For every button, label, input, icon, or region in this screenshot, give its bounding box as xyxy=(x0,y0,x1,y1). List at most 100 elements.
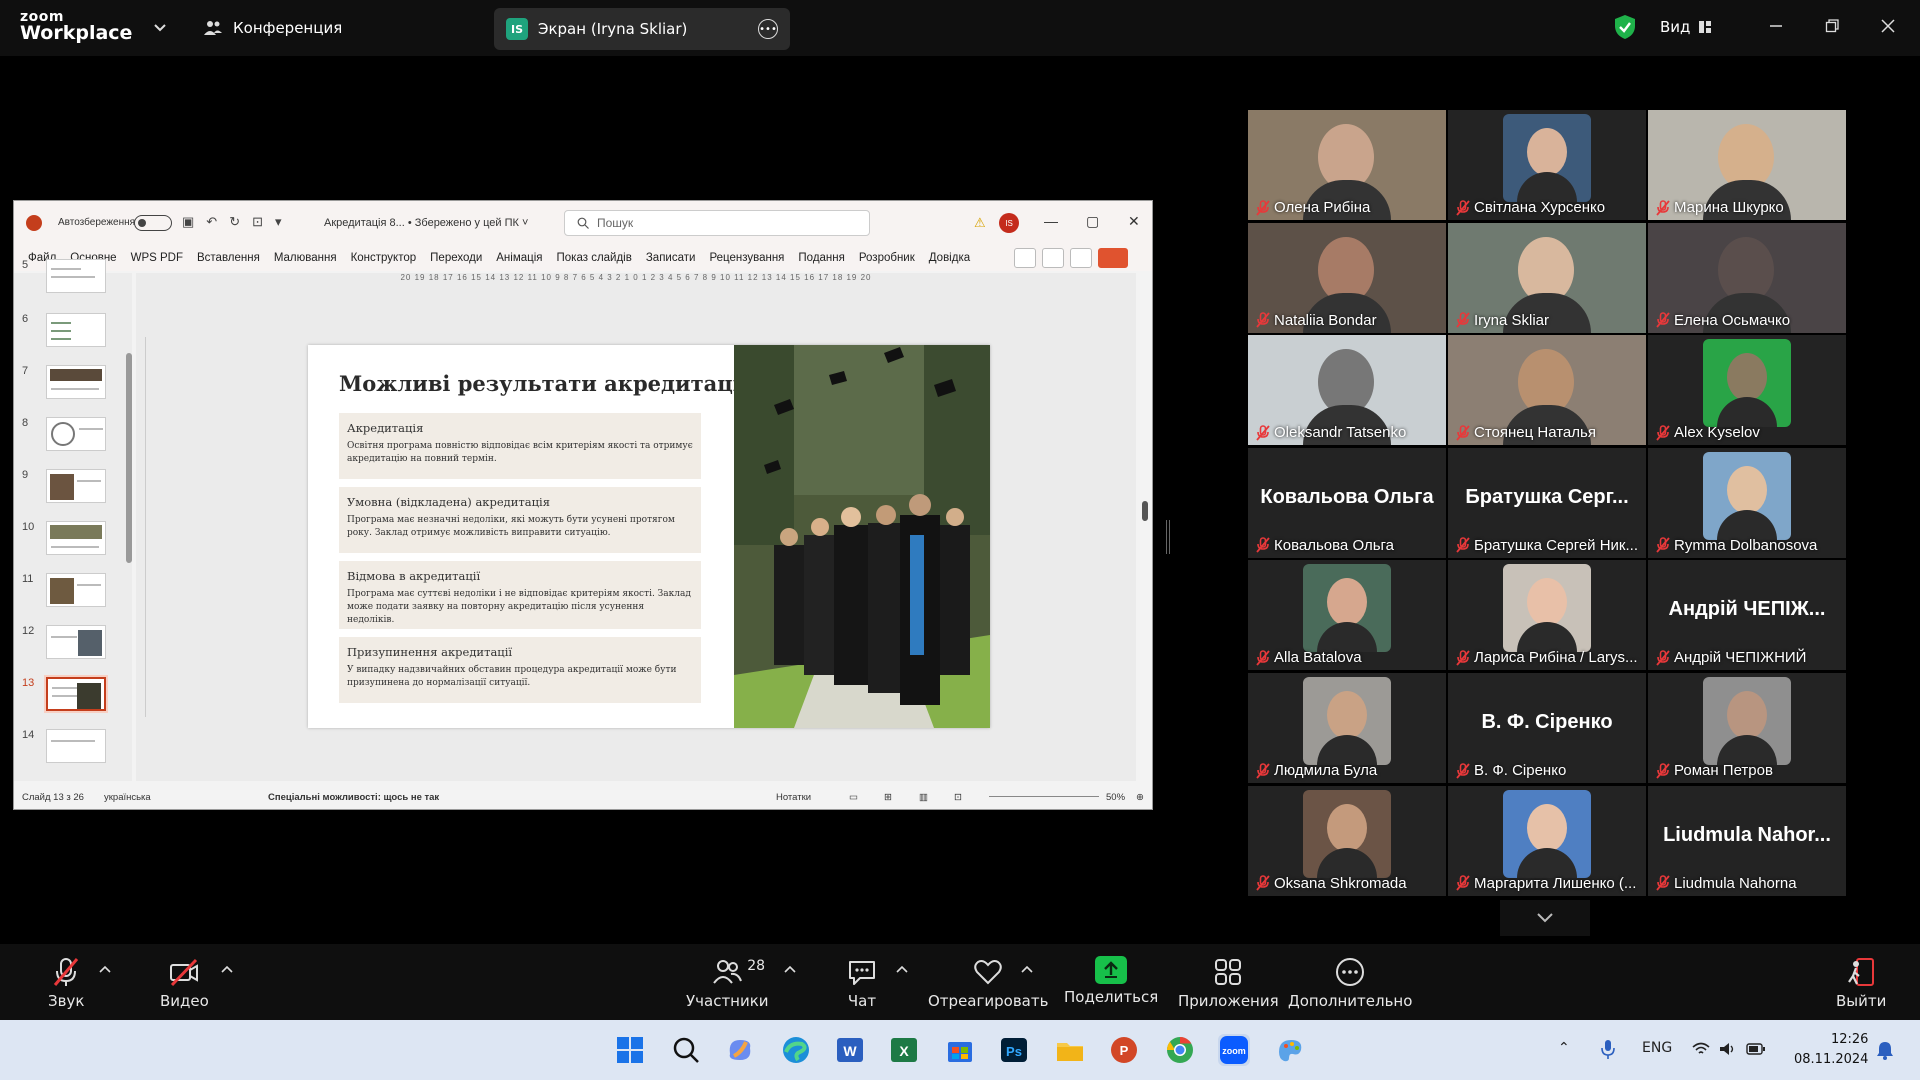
customize-icon[interactable]: ▾ xyxy=(275,214,282,230)
language-indicator[interactable]: українська xyxy=(104,792,151,803)
view-button[interactable]: Вид xyxy=(1660,18,1712,36)
fit-to-window-icon[interactable]: ⊕ xyxy=(1136,792,1144,803)
slide-thumbnail[interactable] xyxy=(46,573,106,607)
ribbon-tab[interactable]: Довідка xyxy=(929,252,970,264)
react-caret-icon[interactable] xyxy=(1020,962,1034,976)
notification-bell-icon[interactable] xyxy=(1876,1040,1894,1060)
zoom-app-icon[interactable]: zoom xyxy=(1218,1034,1250,1066)
windows-start-icon[interactable] xyxy=(614,1034,646,1066)
microphone-in-use-icon[interactable] xyxy=(1600,1038,1616,1060)
ppt-minimize-icon[interactable]: — xyxy=(1044,213,1058,229)
input-language[interactable]: ENG xyxy=(1642,1040,1672,1056)
restore-icon[interactable] xyxy=(1820,14,1844,38)
undo-icon[interactable]: ↶ xyxy=(206,214,217,230)
participant-tile[interactable]: Світлана Хурсенко xyxy=(1448,110,1646,220)
show-hidden-icons-icon[interactable]: ⌃ xyxy=(1558,1040,1570,1056)
participant-tile[interactable]: Марина Шкурко xyxy=(1648,110,1846,220)
panel-resize-handle[interactable] xyxy=(1166,520,1170,554)
photoshop-icon[interactable]: Ps xyxy=(998,1034,1030,1066)
edge-browser-icon[interactable] xyxy=(780,1034,812,1066)
ribbon-tab[interactable]: Показ слайдів xyxy=(557,252,632,264)
gallery-next-page-button[interactable] xyxy=(1500,900,1590,936)
slide-scrollbar[interactable] xyxy=(1142,281,1148,771)
shield-check-icon[interactable] xyxy=(1614,14,1636,40)
participant-tile[interactable]: Олена Рибіна xyxy=(1248,110,1446,220)
minimize-icon[interactable] xyxy=(1764,14,1788,38)
ribbon-tab[interactable]: Переходи xyxy=(430,252,482,264)
slide-thumbnail-selected[interactable] xyxy=(46,677,106,711)
slide-thumbnail[interactable] xyxy=(46,313,106,347)
participant-tile[interactable]: Liudmula Nahor... Liudmula Nahorna xyxy=(1648,785,1846,896)
document-title[interactable]: Акредитація 8... • Збережено у цей ПК ˅ xyxy=(324,217,528,229)
wifi-icon[interactable] xyxy=(1692,1042,1710,1056)
chat-caret-icon[interactable] xyxy=(895,962,909,976)
sorter-view-icon[interactable]: ⊞ xyxy=(884,792,892,803)
participant-tile[interactable]: Людмила Була xyxy=(1248,673,1446,783)
autosave-toggle[interactable] xyxy=(134,215,172,231)
participant-tile[interactable]: Iryna Skliar xyxy=(1448,222,1646,333)
zoom-slider[interactable] xyxy=(989,796,1099,797)
ribbon-tab[interactable]: Малювання xyxy=(274,252,337,264)
more-button[interactable]: Дополнительно xyxy=(1288,956,1412,1010)
close-icon[interactable] xyxy=(1876,14,1900,38)
participant-tile[interactable]: Alex Kyselov xyxy=(1648,335,1846,446)
participant-tile[interactable]: Rymma Dolbanosova xyxy=(1648,447,1846,558)
volume-icon[interactable] xyxy=(1718,1041,1736,1057)
ribbon-tab[interactable]: Розробник xyxy=(859,252,915,264)
excel-icon[interactable]: X xyxy=(888,1034,920,1066)
system-clock[interactable]: 12:26 08.11.2024 xyxy=(1794,1030,1868,1070)
slideshow-view-icon[interactable]: ⊡ xyxy=(954,792,962,803)
slide-thumbnail[interactable] xyxy=(46,365,106,399)
present-teams-button[interactable] xyxy=(1070,248,1092,268)
slide-thumbnail[interactable] xyxy=(46,259,106,293)
chevron-down-icon[interactable] xyxy=(152,20,168,36)
slide-thumbnail[interactable] xyxy=(46,521,106,555)
slide-thumbnail[interactable] xyxy=(46,469,106,503)
participant-tile[interactable]: Oksana Shkromada xyxy=(1248,785,1446,896)
ribbon-tab[interactable]: Подання xyxy=(798,252,844,264)
share-screen-button[interactable]: Поделиться xyxy=(1064,956,1158,1006)
participant-tile[interactable]: Андрій ЧЕПІЖ... Андрій ЧЕПІЖНИЙ xyxy=(1648,560,1846,671)
video-options-caret-icon[interactable] xyxy=(220,962,234,976)
slide-thumbnail[interactable] xyxy=(46,625,106,659)
participant-tile[interactable]: Роман Петров xyxy=(1648,673,1846,783)
leave-meeting-button[interactable]: Выйти xyxy=(1836,956,1886,1010)
participant-tile[interactable]: Nataliia Bondar xyxy=(1248,222,1446,333)
video-button[interactable]: Видео xyxy=(160,956,209,1010)
participant-tile[interactable]: Ковальова Ольга Ковальова Ольга xyxy=(1248,447,1446,558)
zoom-level[interactable]: 50% xyxy=(1106,792,1125,803)
participants-button[interactable]: 28 Участники xyxy=(686,956,769,1010)
participant-tile[interactable]: В. Ф. Сіренко В. Ф. Сіренко xyxy=(1448,673,1646,783)
meeting-menu-button[interactable]: Конференция xyxy=(203,18,342,38)
reading-view-icon[interactable]: ▥ xyxy=(919,792,928,803)
copilot-icon[interactable] xyxy=(724,1034,756,1066)
search-icon[interactable] xyxy=(670,1034,702,1066)
ribbon-tab[interactable]: Конструктор xyxy=(351,252,417,264)
battery-icon[interactable] xyxy=(1746,1042,1766,1056)
ppt-close-icon[interactable]: ✕ xyxy=(1128,213,1140,230)
normal-view-icon[interactable]: ▭ xyxy=(849,792,858,803)
slide-thumbnail[interactable] xyxy=(46,729,106,763)
share-button[interactable] xyxy=(1098,248,1128,268)
thumbnail-scrollbar[interactable] xyxy=(126,353,132,563)
apps-button[interactable]: Приложения xyxy=(1178,956,1279,1010)
participants-caret-icon[interactable] xyxy=(783,962,797,976)
screen-share-pill[interactable]: IS Экран (Iryna Skliar) ••• xyxy=(494,8,790,50)
notes-button[interactable]: Нотатки xyxy=(776,792,811,803)
audio-button[interactable]: Звук xyxy=(48,956,84,1010)
powerpoint-icon[interactable]: P xyxy=(1108,1034,1140,1066)
ribbon-tab[interactable]: Вставлення xyxy=(197,252,260,264)
redo-icon[interactable]: ↻ xyxy=(229,214,240,230)
file-explorer-icon[interactable] xyxy=(1054,1034,1086,1066)
warning-icon[interactable]: ⚠ xyxy=(974,215,986,231)
participant-tile[interactable]: Alla Batalova xyxy=(1248,560,1446,671)
ppt-search-box[interactable]: Пошук xyxy=(564,210,870,236)
microsoft-store-icon[interactable] xyxy=(944,1034,976,1066)
ribbon-tab[interactable]: Записати xyxy=(646,252,696,264)
paint-icon[interactable] xyxy=(1274,1034,1306,1066)
more-options-icon[interactable]: ••• xyxy=(758,19,778,39)
chrome-icon[interactable] xyxy=(1164,1034,1196,1066)
slide-thumbnail[interactable] xyxy=(46,417,106,451)
chat-button[interactable]: Чат xyxy=(846,956,878,1010)
participant-tile[interactable]: Лариса Рибіна / Larys... xyxy=(1448,560,1646,671)
